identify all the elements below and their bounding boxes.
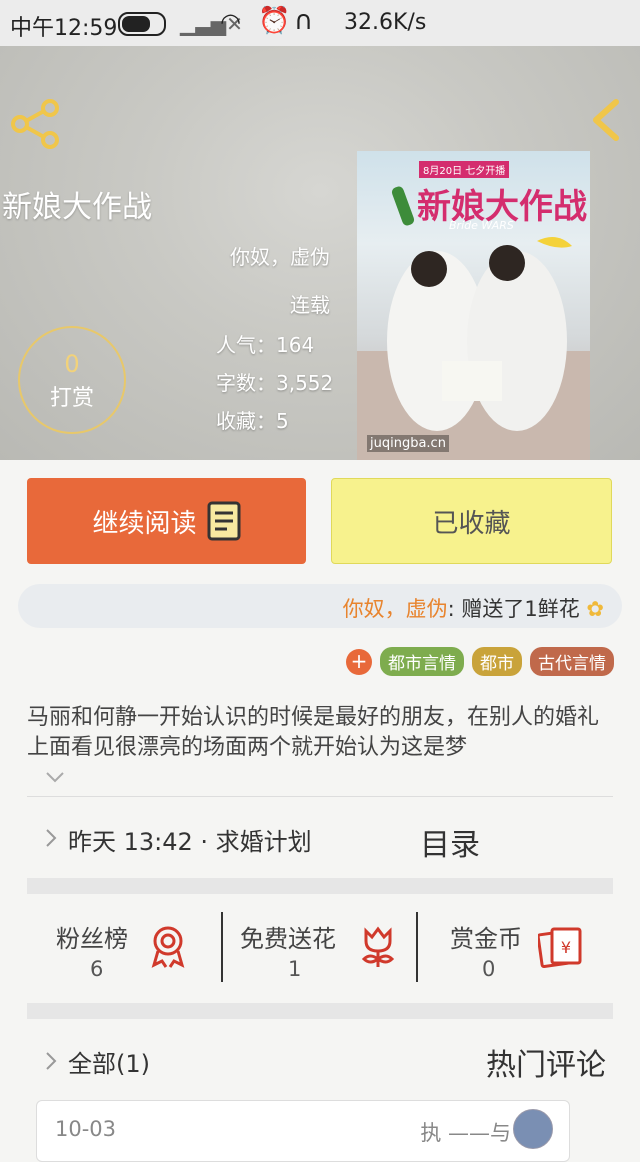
flower-icon: ✿	[586, 597, 604, 621]
battery-icon	[118, 12, 166, 36]
tip-label: 打赏	[49, 386, 94, 411]
section-separator	[27, 1003, 613, 1019]
share-icon[interactable]	[10, 98, 62, 150]
serial-status: 连载	[290, 293, 330, 317]
stat-divider	[221, 912, 223, 982]
add-tag-button[interactable]: +	[346, 648, 372, 675]
gift-sender[interactable]: 你奴，虚伪	[343, 597, 448, 621]
reward-coin-item[interactable]: 赏金币 0 ¥	[450, 915, 590, 985]
stat-divider	[416, 912, 418, 982]
gift-notification: 你奴，虚伪: 赠送了1鲜花 ✿	[18, 584, 622, 628]
svg-text:¥: ¥	[561, 938, 571, 957]
cover-site: juqingba.cn	[367, 435, 449, 452]
chevron-right-icon	[46, 829, 57, 847]
latest-chapter-link[interactable]: 昨天 13:42 · 求婚计划	[68, 822, 312, 857]
book-icon	[207, 501, 240, 541]
free-flower-count: 1	[288, 957, 302, 981]
comment-card[interactable]: 10-03 执 ——与	[36, 1100, 570, 1162]
tag-item[interactable]: 都市言情	[380, 647, 464, 676]
chevron-right-icon	[46, 1052, 57, 1070]
section-separator	[27, 878, 613, 894]
book-description: 马丽和何静一开始认识的时候是最好的朋友，在别人的婚礼上面看见很漂亮的场面两个就开…	[27, 705, 600, 760]
book-header: 新娘大作战 你奴，虚伪 连载 人气：164 字数：3,552 收藏：5 0 打赏…	[0, 46, 640, 460]
back-icon[interactable]	[588, 98, 624, 142]
cover-subtitle: Bride WARS	[449, 219, 514, 232]
word-count-stat: 字数：3,552	[216, 371, 334, 395]
tag-list: + 都市言情 都市 古代言情	[346, 647, 614, 676]
network-speed: 32.6K/s	[344, 10, 427, 35]
chevron-down-icon[interactable]	[44, 770, 66, 784]
avatar[interactable]	[513, 1109, 553, 1149]
author-name[interactable]: 你奴，虚伪	[230, 241, 330, 270]
toc-link[interactable]: 目录	[420, 820, 480, 864]
headphones-icon: ∩	[294, 6, 314, 36]
favorites-stat: 收藏：5	[216, 409, 289, 433]
favorited-button[interactable]: 已收藏	[331, 478, 612, 564]
comment-date: 10-03	[55, 1117, 117, 1141]
tip-count: 0	[64, 350, 80, 378]
free-flower-label: 免费送花	[240, 925, 336, 953]
reward-coin-count: 0	[482, 957, 496, 981]
medal-icon	[151, 926, 185, 968]
wifi-icon: ◠	[220, 8, 241, 36]
book-cover: 8月20日 七夕开播 新娘大作战 Bride WARS juqingba.cn	[357, 151, 590, 460]
flower-icon	[361, 926, 395, 967]
tag-item[interactable]: 都市	[472, 647, 522, 676]
free-flower-item[interactable]: 免费送花 1	[240, 915, 400, 985]
fan-ranking-label: 粉丝榜	[56, 925, 128, 953]
divider	[27, 796, 613, 797]
status-bar: 中午12:59 ▁▃▅✕ ◠ ⏰ ∩ 32.6K/s	[0, 0, 640, 46]
continue-reading-button[interactable]: 继续阅读	[27, 478, 306, 564]
gift-text: : 赠送了1鲜花	[447, 597, 580, 621]
fan-ranking-count: 6	[90, 957, 104, 981]
continue-reading-label: 继续阅读	[92, 508, 197, 539]
comment-user: 执 ——与	[420, 1121, 511, 1145]
hot-comments-link[interactable]: 热门评论	[486, 1040, 606, 1084]
red-envelope-icon: ¥	[538, 927, 582, 969]
status-time: 中午12:59	[10, 16, 118, 41]
reward-coin-label: 赏金币	[450, 925, 522, 953]
tip-button[interactable]: 0 打赏	[18, 326, 126, 434]
tag-item[interactable]: 古代言情	[530, 647, 614, 676]
popularity-stat: 人气：164	[216, 333, 315, 357]
fan-ranking-item[interactable]: 粉丝榜 6	[56, 915, 196, 985]
favorited-label: 已收藏	[432, 508, 511, 539]
book-title: 新娘大作战	[2, 190, 152, 225]
all-comments-link[interactable]: 全部(1)	[68, 1044, 150, 1079]
alarm-icon: ⏰	[258, 6, 291, 36]
cover-date: 8月20日 七夕开播	[419, 161, 510, 178]
